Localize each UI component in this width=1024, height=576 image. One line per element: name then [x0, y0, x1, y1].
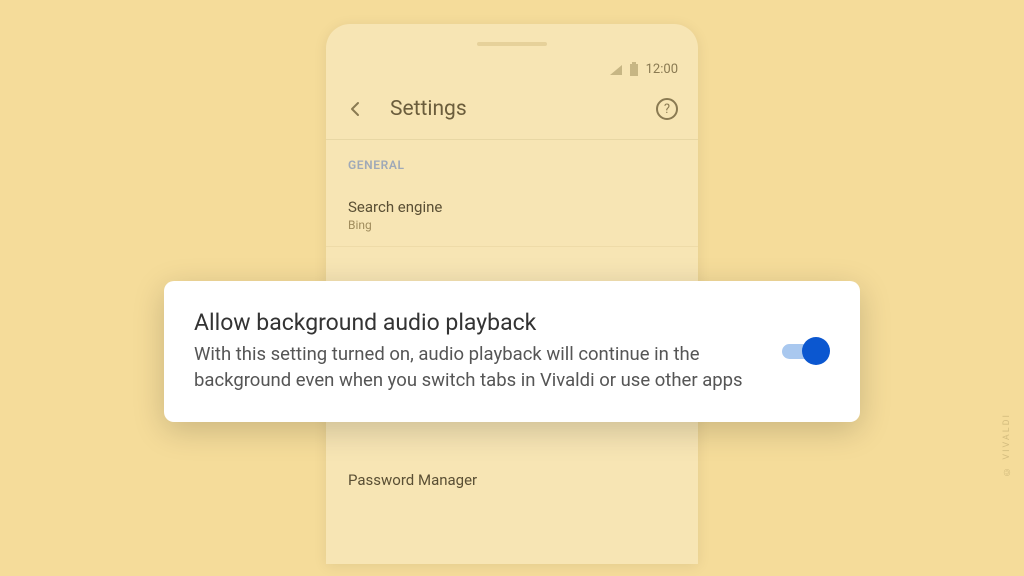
- popup-card: Allow background audio playback With thi…: [164, 281, 860, 422]
- app-header: Settings ?: [326, 85, 698, 140]
- status-bar: 12:00: [326, 24, 698, 85]
- section-label-general: GENERAL: [326, 140, 698, 184]
- page-title: Settings: [390, 97, 656, 121]
- popup-title: Allow background audio playback: [194, 309, 758, 336]
- battery-icon: [630, 64, 638, 76]
- popup-description: With this setting turned on, audio playb…: [194, 342, 758, 394]
- signal-icon: [610, 65, 622, 75]
- back-icon[interactable]: [346, 100, 364, 118]
- help-icon[interactable]: ?: [656, 98, 678, 120]
- setting-title: Password Manager: [348, 471, 676, 489]
- setting-search-engine[interactable]: Search engine Bing: [326, 184, 698, 247]
- setting-password-manager[interactable]: Password Manager: [326, 457, 698, 505]
- toggle-thumb: [802, 337, 830, 365]
- setting-value: Bing: [348, 218, 676, 232]
- popup-content: Allow background audio playback With thi…: [194, 309, 758, 394]
- status-time: 12:00: [646, 62, 678, 77]
- phone-notch: [477, 42, 547, 46]
- toggle-background-audio[interactable]: [782, 337, 830, 365]
- setting-title: Search engine: [348, 198, 676, 216]
- watermark: © VIVALDI: [1002, 413, 1012, 476]
